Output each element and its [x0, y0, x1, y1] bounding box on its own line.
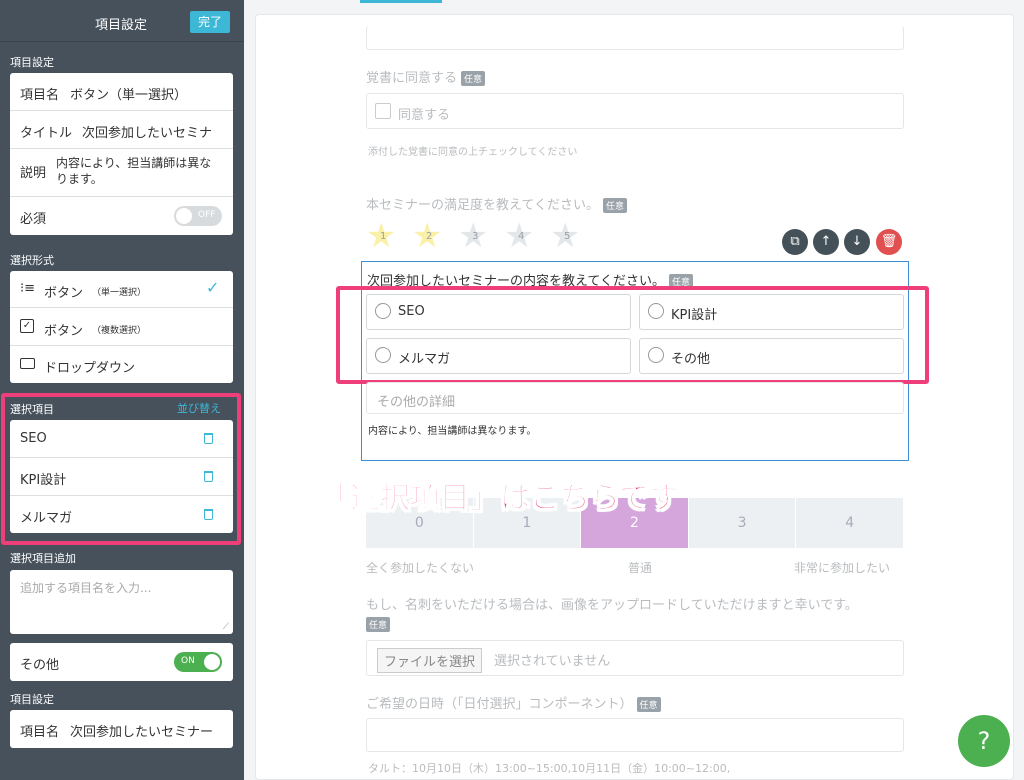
other-detail-input[interactable]: その他の詳細: [366, 382, 904, 414]
format-dropdown[interactable]: ドロップダウン: [10, 346, 233, 383]
title-key: タイトル: [20, 126, 73, 141]
format-label: ドロップダウン: [44, 361, 136, 376]
star-number: 1: [380, 231, 387, 242]
agree-checkbox-field[interactable]: 同意する: [366, 93, 904, 129]
required-toggle[interactable]: OFF: [174, 206, 222, 226]
other-detail-placeholder: その他の詳細: [377, 395, 456, 410]
move-up-icon[interactable]: ↑: [813, 229, 839, 255]
format-sub: （単一選択）: [92, 288, 147, 298]
question-description: 内容により、担当講師は異なります。: [368, 426, 537, 437]
other-row: その他 ON: [10, 643, 233, 681]
date-help-text: タルト：10月10日（木）13:00~15:00,10月11日（金）10:00~…: [368, 762, 731, 775]
delete-icon[interactable]: 🗑: [876, 229, 902, 255]
agree-help-text: 添付した覚書に同意の上チェックしてください: [368, 147, 578, 158]
format-single-button[interactable]: ⁝≡ ボタン （単一選択） ✓: [10, 271, 233, 308]
satisfaction-question: 本セミナーの満足度を教えてください。 任意: [366, 194, 627, 213]
scale-option[interactable]: 3: [688, 498, 796, 548]
satisfaction-title: 本セミナーの満足度を教えてください。: [366, 198, 599, 213]
resize-grip-icon[interactable]: ⟋: [223, 622, 229, 632]
item-settings-label: 項目設定: [10, 56, 54, 69]
item-name-key: 項目名: [20, 88, 60, 103]
file-upload-field: ファイルを選択 選択されていません: [366, 640, 904, 676]
add-choice-placeholder: 追加する項目名を入力...: [20, 581, 152, 595]
date-input[interactable]: [366, 718, 904, 752]
toggle-knob: [176, 208, 192, 224]
optional-tag: 任意: [602, 198, 627, 213]
annotation-callout: 「選択項目」はこちらです: [319, 481, 680, 517]
file-status: 選択されていません: [494, 654, 611, 669]
description-row[interactable]: 説明 内容により、担当講師は異なります。: [10, 149, 233, 197]
agree-question: 覚書に同意する 任意: [366, 67, 486, 86]
checkbox[interactable]: [375, 103, 391, 119]
format-label: ボタン: [44, 324, 84, 339]
upload-title: もし、名刺をいただける場合は、画像をアップロードしていただけますと幸いです。: [366, 598, 858, 613]
sidebar-header: 項目設定 完了: [0, 0, 244, 42]
description-key: 説明: [20, 166, 47, 181]
previous-field-input[interactable]: [366, 26, 904, 50]
toggle-knob: [204, 654, 220, 670]
scale-option[interactable]: 4: [796, 498, 903, 548]
sidebar-title: 項目設定: [95, 18, 148, 33]
other-toggle[interactable]: ON: [174, 652, 222, 672]
help-button[interactable]: ?: [958, 715, 1010, 767]
choose-file-button[interactable]: ファイルを選択: [377, 648, 483, 673]
required-row: 必須 OFF: [10, 197, 233, 235]
star-number: 2: [426, 231, 433, 242]
check-icon: ✓: [206, 278, 220, 297]
title-row[interactable]: タイトル 次回参加したいセミナ: [10, 111, 233, 149]
select-format-label: 選択形式: [10, 254, 54, 267]
settings-sidebar: 項目設定 完了 項目設定 項目名 ボタン（単一選択） タイトル 次回参加したいセ…: [0, 0, 244, 780]
agree-title: 覚書に同意する: [366, 71, 458, 86]
item-name2-key: 項目名: [20, 725, 60, 740]
toggle-state: OFF: [198, 210, 216, 220]
radio-list-icon: ⁝≡: [20, 281, 36, 296]
star-number: 5: [564, 231, 571, 242]
move-down-icon[interactable]: ↓: [844, 229, 870, 255]
dropdown-icon: [20, 358, 35, 369]
item-settings-box: 項目名 ボタン（単一選択） タイトル 次回参加したいセミナ 説明 内容により、担…: [10, 73, 233, 235]
date-question: ご希望の日時（「日付選択」コンポーネント） 任意: [366, 693, 661, 712]
item-name2-row[interactable]: 項目名 次回参加したいセミナー: [10, 710, 233, 748]
optional-tag: 任意: [461, 71, 486, 86]
format-label: ボタン: [44, 286, 84, 301]
highlight-frame-options: [336, 286, 929, 384]
scale-right-label: 非常に参加したい: [794, 561, 891, 575]
item-name2-value[interactable]: 次回参加したいセミナー: [70, 721, 228, 740]
item-settings2-label: 項目設定: [10, 693, 54, 706]
scale-mid-label: 普通: [628, 561, 653, 575]
required-key: 必須: [20, 212, 47, 227]
optional-tag: 任意: [366, 617, 391, 632]
scale-left-label: 全く参加したくない: [366, 561, 475, 575]
optional-tag: 任意: [636, 697, 661, 712]
other-key: その他: [20, 658, 60, 673]
highlight-frame-sidebar: [1, 393, 241, 545]
select-format-box: ⁝≡ ボタン （単一選択） ✓ ✓ ボタン （複数選択） ドロップダウン: [10, 271, 233, 383]
checkbox-icon: ✓: [20, 319, 34, 333]
toggle-state: ON: [181, 656, 195, 666]
item-name-row[interactable]: 項目名 ボタン（単一選択）: [10, 73, 233, 111]
agree-checkbox-label: 同意する: [398, 108, 451, 123]
star-number: 3: [472, 231, 479, 242]
done-button[interactable]: 完了: [190, 11, 230, 33]
add-choice-input[interactable]: 追加する項目名を入力... ⟋: [10, 570, 233, 634]
description-value[interactable]: 内容により、担当講師は異なります。: [56, 155, 221, 187]
item-name-value[interactable]: ボタン（単一選択）: [70, 84, 187, 103]
add-choice-label: 選択項目追加: [10, 552, 76, 565]
date-title: ご希望の日時（「日付選択」コンポーネント）: [366, 697, 633, 712]
active-tab-indicator: [360, 0, 442, 3]
star-number: 4: [518, 231, 525, 242]
copy-icon[interactable]: ⧉: [782, 229, 808, 255]
format-sub: （複数選択）: [92, 326, 147, 336]
format-multiple-button[interactable]: ✓ ボタン （複数選択）: [10, 308, 233, 346]
title-value[interactable]: 次回参加したいセミナ: [82, 122, 228, 141]
